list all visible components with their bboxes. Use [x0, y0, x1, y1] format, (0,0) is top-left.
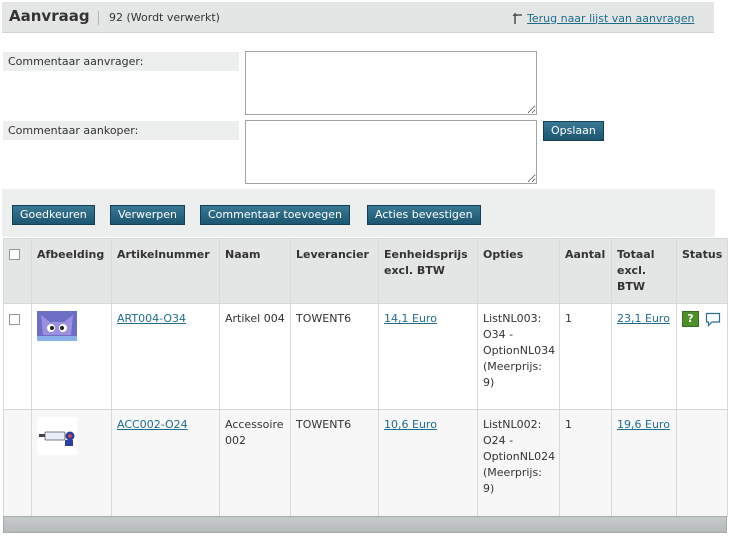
total-link[interactable]: 19,6 Euro: [617, 418, 670, 431]
total-cell: 23,1 Euro: [611, 303, 677, 410]
page-header: Aanvraag 92 (Wordt verwerkt) Terug naar …: [2, 2, 714, 33]
back-arrow-icon: [512, 12, 522, 24]
item-image-cell: [31, 409, 112, 517]
reject-button[interactable]: Verwerpen: [110, 205, 185, 225]
buyer-comment-label: Commentaar aankoper:: [3, 121, 239, 140]
header-divider: [98, 11, 99, 25]
column-header-options: Opties: [477, 238, 560, 304]
row-checkbox[interactable]: [9, 314, 20, 325]
item-supplier: TOWENT6: [290, 303, 379, 410]
back-link-label[interactable]: Terug naar lijst van aanvragen: [527, 12, 694, 25]
add-comment-button[interactable]: Commentaar toevoegen: [200, 205, 350, 225]
approve-button[interactable]: Goedkeuren: [12, 205, 95, 225]
item-quantity: 1: [559, 409, 612, 517]
unit-price-link[interactable]: 10,6 Euro: [384, 418, 437, 431]
comment-bubble-icon[interactable]: [705, 312, 721, 327]
column-header-image: Afbeelding: [31, 238, 112, 304]
request-status: 92 (Wordt verwerkt): [109, 11, 220, 24]
confirm-actions-button[interactable]: Acties bevestigen: [367, 205, 481, 225]
select-all-cell: [3, 238, 32, 304]
usb-drive-icon[interactable]: [37, 417, 77, 455]
column-header-unit-price: Eenheidsprijs excl. BTW: [378, 238, 478, 304]
unit-price-cell: 10,6 Euro: [378, 409, 478, 517]
column-header-name: Naam: [219, 238, 291, 304]
page-title: Aanvraag: [9, 7, 90, 25]
save-button[interactable]: Opslaan: [543, 121, 604, 141]
article-number-cell: ART004-O34: [111, 303, 220, 410]
purple-monster-icon[interactable]: [37, 311, 77, 341]
column-header-status: Status: [676, 238, 728, 304]
item-options: ListNL003: O34 - OptionNL034 (Meerprijs:…: [477, 303, 560, 410]
total-cell: 19,6 Euro: [611, 409, 677, 517]
table-header-row: Afbeelding Artikelnummer Naam Leverancie…: [3, 238, 728, 304]
column-header-article-number: Artikelnummer: [111, 238, 220, 304]
status-cell: ?: [676, 303, 728, 410]
item-name: Accessoire 002: [219, 409, 291, 517]
row-select-cell: [3, 409, 32, 517]
item-options: ListNL002: O24 - OptionNL024 (Meerprijs:…: [477, 409, 560, 517]
item-quantity: 1: [559, 303, 612, 410]
item-name: Artikel 004: [219, 303, 291, 410]
horizontal-scrollbar[interactable]: [3, 516, 727, 533]
item-supplier: TOWENT6: [290, 409, 379, 517]
status-question-badge[interactable]: ?: [682, 311, 699, 327]
column-header-quantity: Aantal: [559, 238, 612, 304]
status-cell: [676, 409, 728, 517]
select-all-checkbox[interactable]: [9, 249, 20, 260]
table-row: ACC002-O24 Accessoire 002 TOWENT6 10,6 E…: [3, 409, 728, 517]
unit-price-link[interactable]: 14,1 Euro: [384, 312, 437, 325]
requester-comment-field[interactable]: [245, 51, 537, 115]
item-image-cell: [31, 303, 112, 410]
back-to-list-link[interactable]: Terug naar lijst van aanvragen: [512, 11, 694, 25]
row-select-cell: [3, 303, 32, 410]
column-header-total: Totaal excl. BTW: [611, 238, 677, 304]
total-link[interactable]: 23,1 Euro: [617, 312, 670, 325]
column-header-supplier: Leverancier: [290, 238, 379, 304]
buyer-comment-field[interactable]: [245, 120, 537, 184]
article-number-cell: ACC002-O24: [111, 409, 220, 517]
requester-comment-label: Commentaar aanvrager:: [3, 52, 239, 71]
article-number-link[interactable]: ACC002-O24: [117, 418, 188, 431]
action-bar: [2, 189, 715, 237]
article-number-link[interactable]: ART004-O34: [117, 312, 186, 325]
request-items-table: Afbeelding Artikelnummer Naam Leverancie…: [3, 238, 728, 517]
unit-price-cell: 14,1 Euro: [378, 303, 478, 410]
table-row: ART004-O34 Artikel 004 TOWENT6 14,1 Euro…: [3, 303, 728, 410]
